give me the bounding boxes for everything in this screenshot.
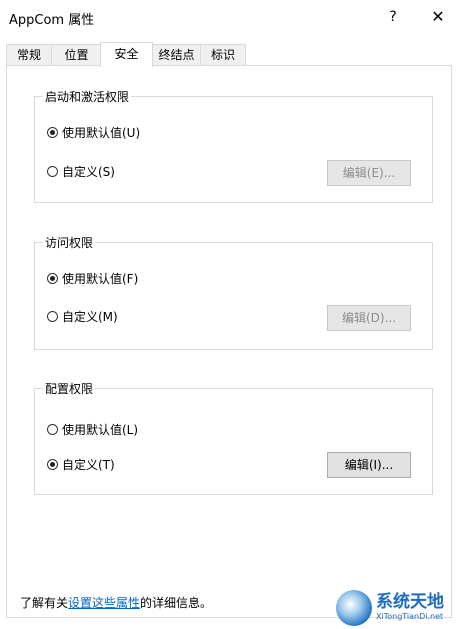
launch-default-radio[interactable]: 使用默认值(U) [47,124,140,141]
launch-custom-radio[interactable]: 自定义(S) [47,163,115,180]
radio-label: 使用默认值(F) [62,272,139,286]
close-button[interactable]: ✕ [422,4,454,30]
settings-help-link[interactable]: 设置这些属性 [68,596,140,610]
group-legend: 启动和激活权限 [43,88,132,105]
radio-selected-icon [47,273,58,284]
config-edit-button[interactable]: 编辑(I)... [327,452,411,478]
radio-unselected-icon [47,424,58,435]
access-permissions-group: 访问权限 使用默认值(F) 自定义(M) 编辑(D)... [34,234,433,350]
access-default-radio[interactable]: 使用默认值(F) [47,270,138,287]
configuration-permissions-group: 配置权限 使用默认值(L) 自定义(T) 编辑(I)... [34,380,433,495]
radio-selected-icon [47,459,58,470]
help-button[interactable]: ? [378,4,408,30]
watermark-url: XiTongTianDi.net [376,612,444,621]
radio-unselected-icon [47,166,58,177]
radio-selected-icon [47,127,58,138]
launch-edit-button[interactable]: 编辑(E)... [327,160,411,186]
tab-bar: 常规 位置 安全 终结点 标识 [6,42,451,67]
watermark-logo-icon [336,589,372,626]
watermark-title: 系统天地 [376,592,444,612]
tab-general[interactable]: 常规 [6,44,52,66]
access-custom-radio[interactable]: 自定义(M) [47,308,118,325]
security-tab-panel: 启动和激活权限 使用默认值(U) 自定义(S) 编辑(E)... 访问权限 使用… [6,65,452,618]
info-text: 了解有关设置这些属性的详细信息。 [20,594,212,611]
radio-label: 自定义(M) [62,310,118,324]
config-custom-radio[interactable]: 自定义(T) [47,456,115,473]
radio-label: 使用默认值(U) [62,126,141,140]
group-legend: 配置权限 [43,380,96,397]
window-title: AppCom 属性 [9,13,95,28]
tab-location[interactable]: 位置 [51,44,102,66]
info-suffix: 的详细信息。 [140,596,213,610]
radio-label: 使用默认值(L) [62,423,139,437]
tab-identity[interactable]: 标识 [200,44,246,66]
tab-endpoints[interactable]: 终结点 [152,44,201,66]
group-legend: 访问权限 [43,234,96,251]
radio-unselected-icon [47,311,58,322]
tab-security[interactable]: 安全 [100,42,153,67]
radio-label: 自定义(S) [62,165,115,179]
access-edit-button[interactable]: 编辑(D)... [327,305,411,331]
launch-activation-permissions-group: 启动和激活权限 使用默认值(U) 自定义(S) 编辑(E)... [34,88,433,203]
config-default-radio[interactable]: 使用默认值(L) [47,421,138,438]
title-bar: AppCom 属性 ? ✕ [0,0,457,34]
site-watermark: 系统天地 XiTongTianDi.net [336,586,457,629]
radio-label: 自定义(T) [62,458,115,472]
info-prefix: 了解有关 [20,596,69,610]
